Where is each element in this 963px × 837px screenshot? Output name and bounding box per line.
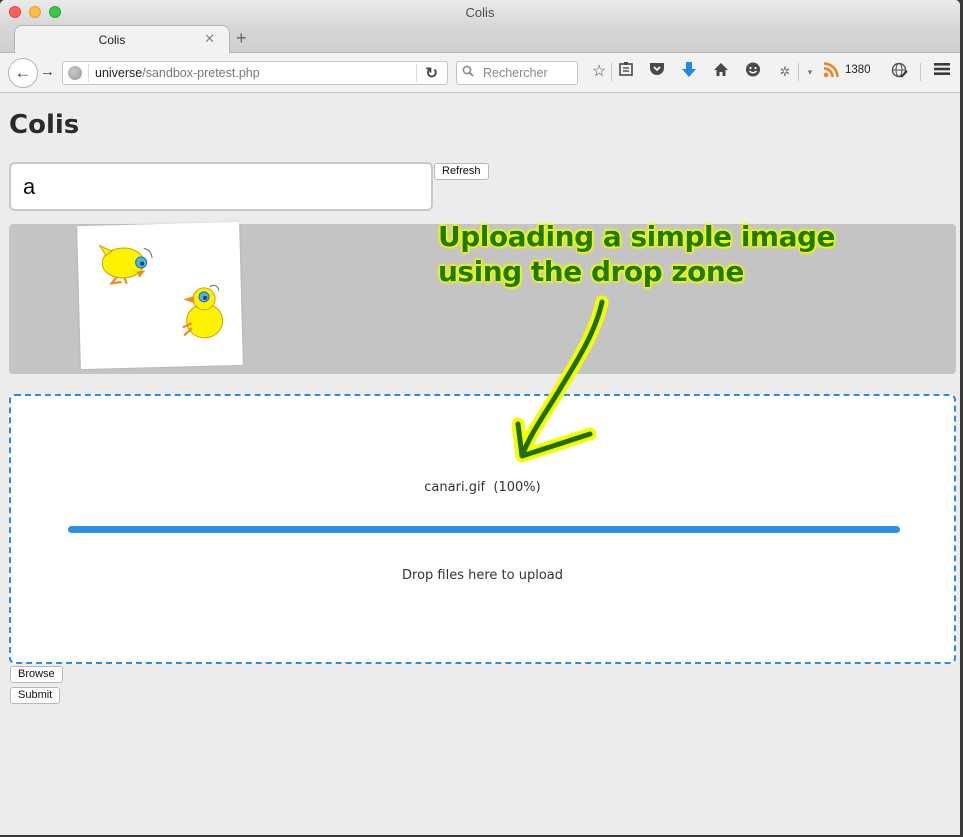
search-icon	[462, 65, 474, 80]
dropdown-icon[interactable]: ▾	[800, 62, 820, 82]
tab-colis[interactable]: Colis ✕	[14, 25, 230, 54]
page-title: Colis	[9, 110, 80, 140]
world-edit-icon[interactable]	[889, 62, 909, 85]
new-tab-button[interactable]: +	[236, 29, 247, 47]
browser-window: Colis Colis ✕ + ← → universe/sandbox-pre…	[0, 0, 960, 835]
refresh-button[interactable]: Refresh	[434, 163, 489, 180]
file-progress-text: (100%)	[493, 480, 541, 495]
url-path: /sandbox-pretest.php	[142, 66, 260, 80]
url-text[interactable]: universe/sandbox-pretest.php	[95, 66, 260, 80]
chick-icon	[98, 244, 153, 285]
reload-icon[interactable]: ↻	[425, 64, 438, 82]
rss-count: 1380	[845, 64, 871, 76]
annotation-arrow-icon	[511, 295, 609, 463]
uploaded-image-thumbnail[interactable]	[77, 221, 243, 370]
annotation-text: Uploading a simple image using the drop …	[438, 219, 836, 289]
pocket-icon[interactable]	[647, 62, 667, 82]
hamburger-menu-icon[interactable]	[932, 62, 952, 82]
search-bar[interactable]	[456, 61, 578, 85]
download-icon[interactable]	[679, 62, 699, 84]
page-content: Colis Refresh	[0, 94, 960, 835]
back-arrow-icon[interactable]: ←	[8, 58, 38, 88]
browse-button[interactable]: Browse	[10, 666, 63, 683]
rss-icon[interactable]	[821, 62, 841, 84]
navigation-bar: ← → universe/sandbox-pretest.php ↻ ☆	[0, 53, 960, 93]
title-bar: Colis	[0, 0, 960, 24]
reload-separator	[416, 64, 417, 82]
close-tab-icon[interactable]: ✕	[204, 31, 215, 47]
annotation-line-1: Uploading a simple image	[438, 220, 836, 253]
forward-arrow-icon[interactable]: →	[40, 63, 55, 80]
reading-list-icon[interactable]	[616, 62, 636, 82]
home-icon[interactable]	[711, 62, 731, 83]
url-separator	[88, 64, 89, 82]
tab-strip: Colis ✕ +	[0, 24, 960, 54]
drop-hint: Drop files here to upload	[402, 568, 563, 583]
toolbar-separator	[920, 63, 921, 81]
search-input[interactable]	[481, 63, 575, 83]
text-input[interactable]	[9, 162, 433, 211]
upload-file-label: canari.gif (100%)	[11, 480, 954, 495]
extension-icon[interactable]: ✲	[775, 62, 795, 82]
canary-chicks-image	[98, 244, 224, 339]
upload-progress-fill	[68, 526, 900, 533]
url-bar[interactable]: universe/sandbox-pretest.php ↻	[62, 61, 448, 85]
submit-button[interactable]: Submit	[10, 687, 61, 704]
globe-icon	[68, 66, 82, 80]
url-host: universe	[95, 66, 143, 80]
window-title: Colis	[465, 5, 495, 20]
toolbar-separator	[611, 63, 612, 81]
chick-icon	[182, 284, 224, 339]
annotation-line-2: using the drop zone	[438, 255, 744, 288]
file-name: canari.gif	[424, 480, 486, 495]
bookmark-star-icon[interactable]: ☆	[589, 62, 609, 82]
tab-label: Colis	[98, 33, 126, 47]
file-drop-zone[interactable]: canari.gif (100%) Drop files here to upl…	[9, 394, 956, 664]
chat-icon[interactable]	[743, 62, 763, 84]
upload-progress-bar	[68, 526, 900, 533]
toolbar-separator	[798, 63, 799, 81]
